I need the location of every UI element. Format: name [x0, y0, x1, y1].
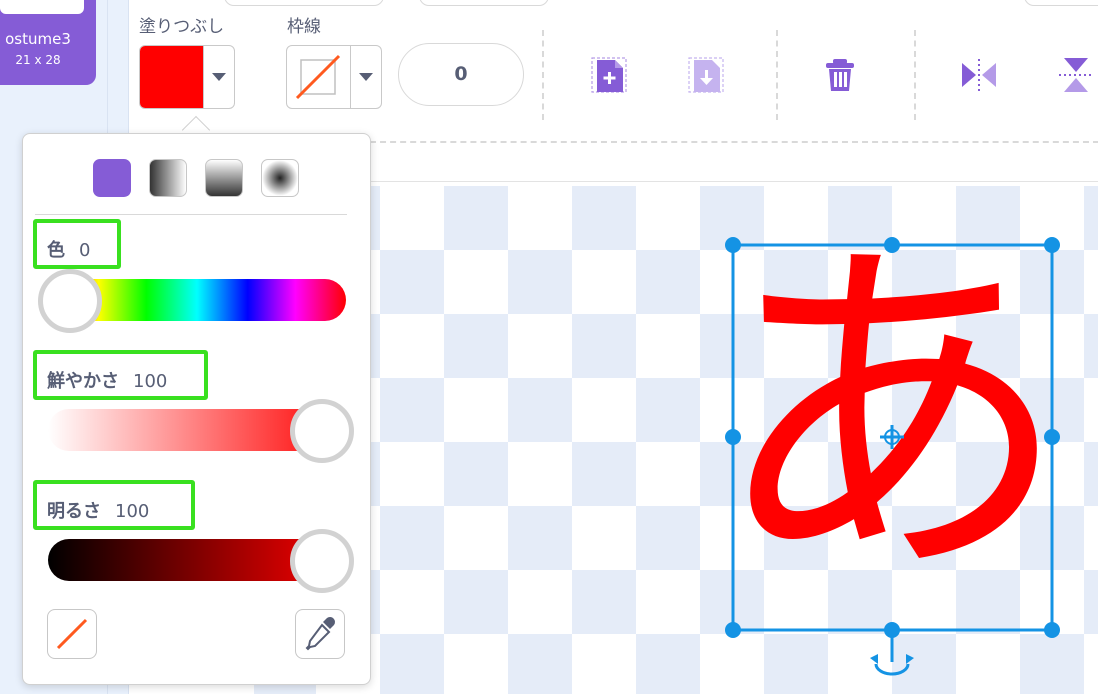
eyedropper-button[interactable]	[295, 609, 345, 659]
resize-handle[interactable]	[1044, 622, 1060, 638]
fill-color-button[interactable]	[139, 45, 235, 109]
flip-vertical-icon[interactable]	[1056, 55, 1096, 95]
fill-color-picker: 色0 鮮やかさ 100 明るさ 100	[22, 133, 371, 685]
chevron-down-icon	[212, 73, 226, 81]
saturation-slider-knob[interactable]	[290, 399, 354, 463]
toolbar-divider	[542, 30, 544, 120]
outline-width-input[interactable]: 0	[398, 43, 524, 106]
popover-divider	[35, 214, 347, 215]
costume-name-input[interactable]	[224, 0, 384, 6]
delete-icon[interactable]	[821, 55, 861, 95]
add-shape-icon[interactable]	[589, 55, 629, 95]
fill-color-swatch	[140, 46, 204, 108]
costume-size: 21 x 28	[15, 53, 61, 67]
brightness-value: 100	[115, 501, 150, 522]
outline-label: 枠線	[287, 17, 321, 37]
swatch-divider	[350, 46, 351, 108]
saturation-label: 鮮やかさ 100	[47, 367, 167, 393]
flip-horizontal-icon[interactable]	[959, 55, 999, 95]
saturation-value: 100	[133, 371, 168, 392]
brightness-label-text: 明るさ	[47, 501, 101, 522]
export-icon[interactable]	[686, 55, 726, 95]
radial-gradient-button[interactable]	[261, 159, 299, 197]
horizontal-gradient-button[interactable]	[149, 159, 187, 197]
costume-name: ostume3	[5, 30, 71, 48]
fill-label: 塗りつぶし	[139, 17, 225, 37]
swatch-divider	[203, 46, 204, 108]
no-color-icon	[287, 46, 349, 108]
resize-handle[interactable]	[1044, 429, 1060, 445]
saturation-label-text: 鮮やかさ	[47, 371, 119, 392]
zoom-group[interactable]	[1024, 0, 1098, 6]
costume-thumbnail	[0, 0, 84, 14]
hue-label: 色0	[47, 236, 90, 262]
canvas-glyph[interactable]: あ	[711, 220, 1071, 625]
vertical-gradient-button[interactable]	[205, 159, 243, 197]
brightness-slider-knob[interactable]	[290, 529, 354, 593]
undo-redo-group[interactable]	[419, 0, 549, 6]
no-color-button[interactable]	[47, 609, 97, 659]
resize-handle[interactable]	[725, 622, 741, 638]
hue-slider-knob[interactable]	[38, 269, 102, 333]
chevron-down-icon	[359, 73, 373, 81]
outline-color-button[interactable]	[286, 45, 382, 109]
resize-handle[interactable]	[725, 237, 741, 253]
rotate-handle-icon[interactable]	[870, 630, 914, 676]
toolbar-divider	[776, 30, 778, 120]
brightness-label: 明るさ 100	[47, 497, 149, 523]
eyedropper-icon	[305, 617, 335, 651]
costume-card-selected[interactable]: ostume3 21 x 28	[0, 0, 96, 85]
selection-overlay: あ	[711, 220, 1071, 676]
hue-value: 0	[79, 240, 91, 261]
toolbar-divider	[914, 30, 916, 120]
solid-fill-button[interactable]	[93, 159, 131, 197]
resize-handle[interactable]	[1044, 237, 1060, 253]
resize-handle[interactable]	[725, 429, 741, 445]
resize-handle[interactable]	[884, 237, 900, 253]
no-color-icon	[56, 618, 88, 650]
hue-label-text: 色	[47, 240, 65, 261]
